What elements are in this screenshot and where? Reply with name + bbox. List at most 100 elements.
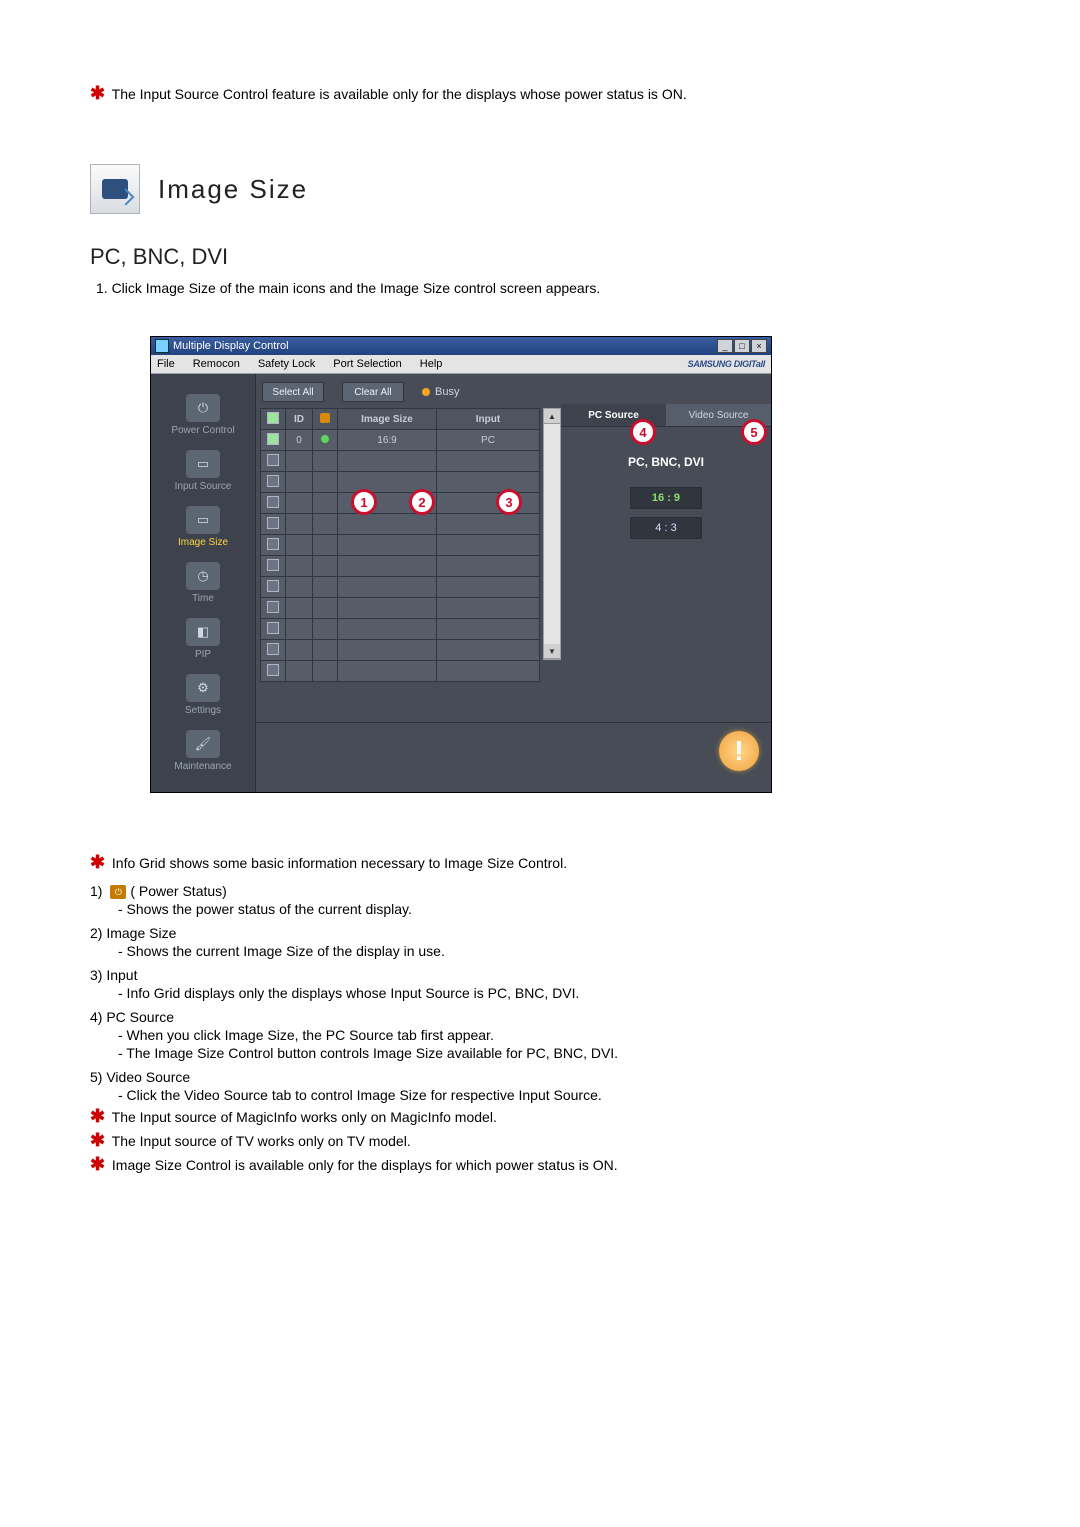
busy-label: Busy (435, 386, 459, 398)
sidebar-item-input-source[interactable]: ▭ Input Source (151, 450, 255, 492)
close-button[interactable]: × (751, 339, 767, 353)
busy-dot-icon (422, 388, 430, 396)
table-row[interactable] (261, 535, 540, 556)
end-note: ✱ Image Size Control is available only f… (90, 1155, 990, 1175)
row-checkbox[interactable] (267, 559, 279, 571)
menu-remocon[interactable]: Remocon (193, 358, 240, 370)
heading-title: Image Size (158, 174, 308, 205)
table-row[interactable] (261, 640, 540, 661)
end-note-text: The Input source of MagicInfo works only… (112, 1109, 497, 1125)
row-checkbox[interactable] (267, 622, 279, 634)
input-source-icon: ▭ (186, 450, 220, 478)
table-row[interactable] (261, 472, 540, 493)
col-id: ID (286, 409, 313, 430)
menu-port-selection[interactable]: Port Selection (333, 358, 401, 370)
sidebar-item-power-control[interactable]: ⏻ Power Control (151, 394, 255, 436)
row-checkbox[interactable] (267, 433, 279, 445)
row-checkbox[interactable] (267, 538, 279, 550)
cell-input: PC (437, 430, 540, 451)
row-checkbox[interactable] (267, 664, 279, 676)
col-input: Input (437, 409, 540, 430)
settings-icon: ⚙ (186, 674, 220, 702)
menubar: File Remocon Safety Lock Port Selection … (151, 355, 771, 374)
clear-all-button[interactable]: Clear All (342, 382, 404, 402)
cell-id: 0 (286, 430, 313, 451)
legend-num: 5) (90, 1069, 102, 1085)
legend-item: 4) PC Source (90, 1009, 990, 1025)
power-icon: ⏻ (186, 394, 220, 422)
end-note: ✱ The Input source of TV works only on T… (90, 1131, 990, 1151)
legend-sub: - Shows the power status of the current … (118, 901, 990, 917)
time-icon: ◷ (186, 562, 220, 590)
panel-title: PC, BNC, DVI (628, 455, 704, 469)
select-all-button[interactable]: Select All (262, 382, 324, 402)
app-icon (155, 339, 169, 353)
image-size-icon-small: ▭ (186, 506, 220, 534)
power-status-icon: ⏻ (110, 885, 126, 899)
legend-title: Image Size (106, 925, 176, 941)
row-checkbox[interactable] (267, 517, 279, 529)
legend-title: Input (106, 967, 137, 983)
table-row[interactable]: 0 16:9 PC (261, 430, 540, 451)
sidebar-item-maintenance[interactable]: 🖌 Maintenance (151, 730, 255, 772)
minimize-button[interactable]: _ (717, 339, 733, 353)
row-checkbox[interactable] (267, 580, 279, 592)
table-row[interactable] (261, 514, 540, 535)
row-checkbox[interactable] (267, 643, 279, 655)
legend-item: 5) Video Source (90, 1069, 990, 1085)
intro-note: ✱ The Input Source Control feature is av… (90, 84, 990, 104)
end-note-text: The Input source of TV works only on TV … (112, 1133, 411, 1149)
pip-icon: ◧ (186, 618, 220, 646)
scroll-down-icon[interactable]: ▼ (544, 644, 560, 659)
titlebar: Multiple Display Control _ □ × (151, 337, 771, 355)
row-checkbox[interactable] (267, 475, 279, 487)
grid-scrollbar[interactable]: ▲ ▼ (543, 408, 561, 660)
menu-help[interactable]: Help (420, 358, 443, 370)
row-checkbox[interactable] (267, 496, 279, 508)
table-row[interactable] (261, 577, 540, 598)
option-4-3-button[interactable]: 4 : 3 (630, 517, 702, 539)
sub-heading: PC, BNC, DVI (90, 244, 990, 270)
legend-item: 2) Image Size (90, 925, 990, 941)
menu-file[interactable]: File (157, 358, 175, 370)
table-row[interactable] (261, 598, 540, 619)
bottom-bar: ! (256, 722, 771, 779)
legend-sub: - When you click Image Size, the PC Sour… (118, 1027, 990, 1043)
table-row[interactable] (261, 619, 540, 640)
warning-icon: ! (719, 731, 759, 771)
legend-num: 1) (90, 883, 102, 899)
legend-item: 1) ⏻( Power Status) (90, 883, 990, 899)
sidebar: ⏻ Power Control ▭ Input Source ▭ Image S… (151, 374, 256, 792)
legend-intro-text: Info Grid shows some basic information n… (112, 855, 567, 871)
callout-5: 5 (741, 419, 767, 445)
col-image-size: Image Size (338, 409, 437, 430)
brand-label: SAMSUNG DIGITall (688, 359, 765, 369)
legend-title: PC Source (106, 1009, 174, 1025)
row-checkbox[interactable] (267, 601, 279, 613)
maintenance-icon: 🖌 (186, 730, 220, 758)
callout-1: 1 (351, 489, 377, 515)
sidebar-item-time[interactable]: ◷ Time (151, 562, 255, 604)
table-row[interactable] (261, 451, 540, 472)
star-icon: ✱ (90, 853, 108, 871)
table-row[interactable] (261, 661, 540, 682)
end-note-text: Image Size Control is available only for… (112, 1157, 618, 1173)
sidebar-item-image-size[interactable]: ▭ Image Size (151, 506, 255, 548)
legend-sub: - Info Grid displays only the displays w… (118, 985, 990, 1001)
legend-sub: - The Image Size Control button controls… (118, 1045, 990, 1061)
busy-indicator: Busy (422, 386, 459, 398)
header-checkbox[interactable] (267, 412, 279, 424)
cell-image-size: 16:9 (338, 430, 437, 451)
sidebar-item-settings[interactable]: ⚙ Settings (151, 674, 255, 716)
row-checkbox[interactable] (267, 454, 279, 466)
star-icon: ✱ (90, 84, 108, 102)
option-16-9-button[interactable]: 16 : 9 (630, 487, 702, 509)
legend-intro: ✱ Info Grid shows some basic information… (90, 853, 990, 873)
end-notes: ✱ The Input source of MagicInfo works on… (90, 1107, 990, 1175)
legend-num: 3) (90, 967, 102, 983)
maximize-button[interactable]: □ (734, 339, 750, 353)
scroll-up-icon[interactable]: ▲ (544, 409, 560, 424)
sidebar-item-pip[interactable]: ◧ PIP (151, 618, 255, 660)
menu-safety-lock[interactable]: Safety Lock (258, 358, 315, 370)
table-row[interactable] (261, 556, 540, 577)
